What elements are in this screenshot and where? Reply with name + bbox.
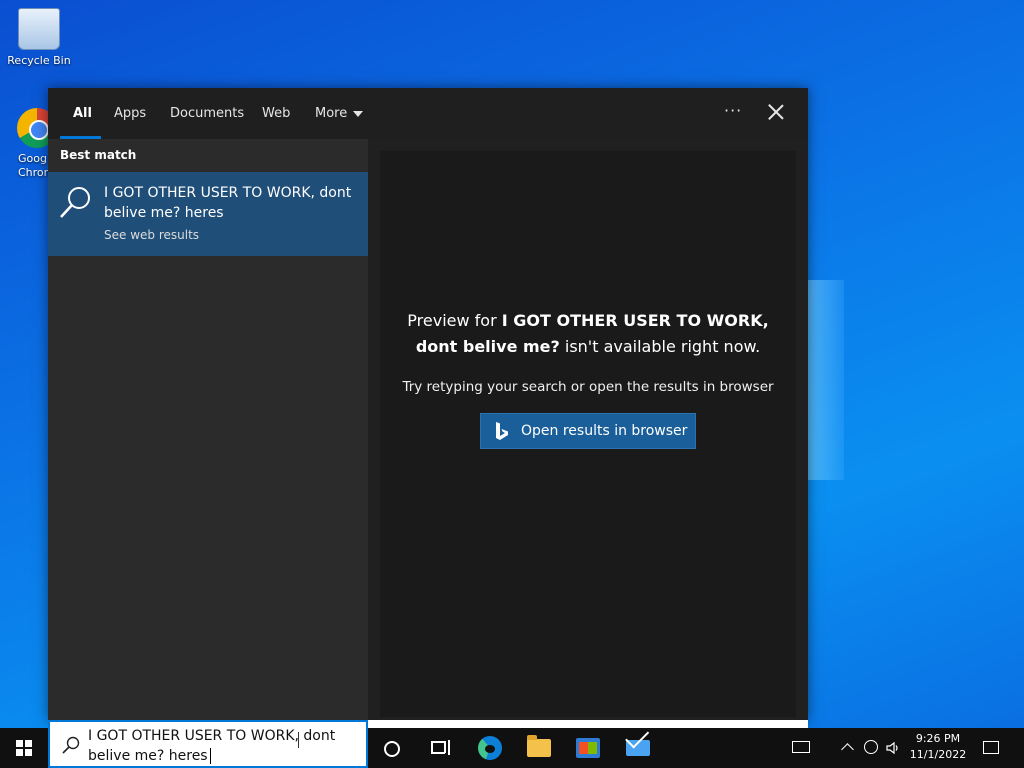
show-hidden-icons-chevron-icon[interactable]: [841, 743, 854, 756]
best-match-heading: Best match: [60, 148, 137, 162]
preview-suffix: isn't available right now.: [559, 337, 761, 356]
open-results-in-browser-button[interactable]: Open results in browser: [480, 413, 696, 449]
preview-query-part1: I GOT OTHER USER TO WORK,: [501, 311, 769, 330]
windows-search-panel: All Apps Documents Web More ··· Best mat…: [48, 88, 808, 720]
recycle-bin-icon: [18, 8, 60, 50]
close-icon[interactable]: [764, 100, 788, 124]
mail-icon[interactable]: [626, 740, 650, 756]
preview-hint: Try retyping your search or open the res…: [402, 379, 774, 395]
volume-icon[interactable]: [886, 741, 900, 755]
preview-message-line2: dont belive me? isn't available right no…: [380, 337, 796, 356]
microsoft-store-icon[interactable]: [576, 738, 600, 758]
cortana-icon[interactable]: [384, 741, 400, 757]
open-results-label: Open results in browser: [521, 423, 688, 439]
preview-box: Preview for I GOT OTHER USER TO WORK, do…: [380, 151, 796, 717]
network-globe-icon[interactable]: [864, 740, 878, 754]
start-button[interactable]: [0, 728, 48, 768]
preview-bottom-edge: [368, 720, 808, 728]
desktop-icon-recycle-bin[interactable]: Recycle Bin: [4, 8, 74, 67]
mouse-ibeam-cursor: [298, 732, 299, 748]
tab-all[interactable]: All: [73, 88, 92, 139]
more-options-button[interactable]: ···: [724, 88, 742, 139]
taskbar: I GOT OTHER USER TO WORK, dont belive me…: [0, 720, 1024, 768]
preview-query-part2: dont belive me?: [415, 337, 560, 356]
tab-web[interactable]: Web: [262, 88, 290, 139]
chevron-down-icon: [353, 110, 364, 117]
result-title: I GOT OTHER USER TO WORK, dont belive me…: [104, 185, 352, 221]
bing-icon: [496, 422, 508, 440]
windows-logo-icon: [16, 740, 32, 756]
preview-message-line1: Preview for I GOT OTHER USER TO WORK,: [380, 311, 796, 330]
search-icon: [60, 187, 90, 218]
desktop-icon-label: Recycle Bin: [7, 54, 71, 67]
clock-date: 11/1/2022: [909, 748, 967, 761]
preview-prefix: Preview for: [407, 311, 502, 330]
edge-icon[interactable]: [478, 736, 502, 760]
tab-documents[interactable]: Documents: [170, 88, 244, 139]
search-icon: [62, 736, 80, 754]
file-explorer-icon[interactable]: [527, 735, 551, 757]
best-match-result[interactable]: I GOT OTHER USER TO WORK, dont belive me…: [48, 172, 368, 256]
tab-apps[interactable]: Apps: [114, 88, 146, 139]
clock[interactable]: 9:26 PM 11/1/2022: [906, 732, 970, 761]
preview-pane: Preview for I GOT OTHER USER TO WORK, do…: [368, 139, 808, 720]
task-view-icon[interactable]: [428, 736, 452, 760]
search-tab-bar: All Apps Documents Web More ···: [48, 88, 808, 139]
results-pane: Best match I GOT OTHER USER TO WORK, don…: [48, 139, 368, 720]
tab-more[interactable]: More: [315, 88, 364, 139]
news-and-interests-icon[interactable]: [792, 741, 810, 753]
result-subtitle: See web results: [104, 228, 200, 242]
tab-more-label: More: [315, 106, 348, 121]
text-caret: [209, 748, 211, 764]
clock-time: 9:26 PM: [915, 732, 961, 745]
search-query-text: I GOT OTHER USER TO WORK, dont belive me…: [88, 726, 348, 766]
notification-center-icon[interactable]: [983, 741, 999, 754]
taskbar-search-input[interactable]: I GOT OTHER USER TO WORK, dont belive me…: [48, 720, 368, 768]
